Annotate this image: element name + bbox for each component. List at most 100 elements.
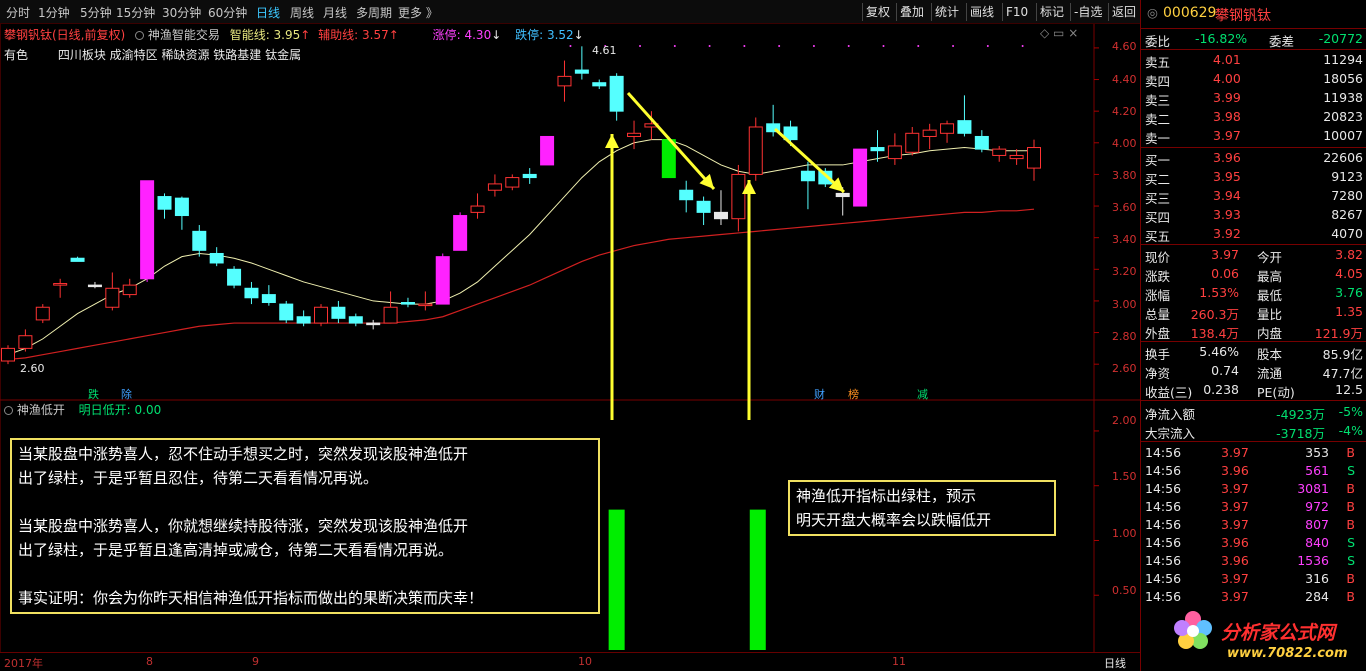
- quote-value: 138.4万: [1190, 326, 1239, 341]
- quote-value: 121.9万: [1314, 326, 1363, 341]
- candle-body: [800, 170, 815, 182]
- level-label: 卖五: [1145, 55, 1171, 70]
- candle-body: [314, 306, 329, 324]
- quote-value: 3.97: [1211, 247, 1239, 262]
- tick-row: 14:56 3.96 561 S: [1141, 462, 1366, 481]
- level-price: 3.96: [1213, 150, 1241, 165]
- tick-price: 3.97: [1221, 445, 1249, 460]
- limit-dot: [778, 45, 781, 47]
- chart-info-row: 攀钢钒钛(日线,前复权) 神渔智能交易 智能线: 3.95↑ 辅助线: 3.57…: [4, 28, 584, 42]
- tick-volume: 840: [1305, 535, 1329, 550]
- candle-body: [157, 196, 172, 210]
- mark-button[interactable]: 标记: [1036, 3, 1067, 21]
- dieting-value: 跌停: 3.52: [515, 28, 574, 42]
- quote-row: 现价 3.97 今开 3.82: [1141, 246, 1366, 265]
- stat-row: 净资 0.74 流通 47.7亿: [1141, 362, 1366, 381]
- candle-body: [279, 303, 294, 321]
- candle-body: [87, 284, 102, 288]
- candle-body: [174, 197, 189, 217]
- period-tab[interactable]: 周线: [290, 4, 314, 21]
- level-label: 买一: [1145, 153, 1171, 168]
- stat-value: 47.7亿: [1322, 366, 1363, 381]
- period-tab[interactable]: 30分钟: [162, 4, 201, 21]
- stats-button[interactable]: 统计: [931, 3, 962, 21]
- buy-level-row: 买二 3.95 9123: [1141, 168, 1366, 187]
- sub-indicator-toggle-icon[interactable]: [4, 406, 13, 415]
- limit-dot: [1021, 45, 1024, 47]
- period-tab[interactable]: 月线: [323, 4, 347, 21]
- date-tick: 11: [892, 655, 906, 668]
- stat-label: 股本: [1257, 347, 1283, 362]
- tick-side: S: [1347, 553, 1355, 568]
- period-tab[interactable]: 60分钟: [208, 4, 247, 21]
- sell-level-row: 卖五 4.01 11294: [1141, 51, 1366, 70]
- back-button[interactable]: 返回: [1108, 3, 1139, 21]
- note-text: 当某股盘中涨势喜人，忍不住动手想买之时，突然发现该股神渔低开: [18, 445, 469, 463]
- candle-body: [53, 283, 68, 286]
- tick-volume: 284: [1305, 589, 1329, 604]
- candle-body: [992, 148, 1007, 156]
- limit-dot: [917, 45, 920, 47]
- tick-volume: 3081: [1297, 481, 1329, 496]
- tick-volume: 561: [1305, 463, 1329, 478]
- flow-value: -3718万: [1276, 426, 1325, 441]
- period-indicator: 日线: [1104, 657, 1126, 670]
- stock-id-row: ◎ 000629 攀钢钒钛: [1141, 2, 1366, 24]
- candle-body: [905, 132, 920, 153]
- draw-button[interactable]: 画线: [966, 3, 997, 21]
- period-tab[interactable]: 15分钟: [116, 4, 155, 21]
- period-tab[interactable]: 5分钟: [80, 4, 112, 21]
- sub-tick: 1.50: [1112, 470, 1137, 483]
- diekai-green-bar: [608, 509, 625, 650]
- stat-value: 0.74: [1211, 363, 1239, 378]
- level-price: 3.93: [1213, 207, 1241, 222]
- fuquan-button[interactable]: 复权: [862, 3, 893, 21]
- period-tab-more[interactable]: 更多 》: [398, 4, 438, 21]
- candle-body: [418, 303, 433, 307]
- watermark-url: www.70822.com: [1227, 646, 1348, 661]
- tick-side: B: [1346, 445, 1355, 460]
- candle-body: [435, 256, 450, 305]
- stat-value: 5.46%: [1199, 344, 1239, 359]
- level-volume: 11294: [1323, 52, 1363, 67]
- candle-body: [609, 75, 624, 112]
- price-tick: 2.80: [1112, 330, 1137, 343]
- tick-volume: 972: [1305, 499, 1329, 514]
- candle-body: [348, 316, 363, 324]
- candle-body: [731, 173, 746, 220]
- level-price: 3.94: [1213, 188, 1241, 203]
- indicator-toggle-icon[interactable]: [135, 31, 145, 40]
- period-tab[interactable]: 多周期: [356, 4, 392, 21]
- tick-volume: 316: [1305, 571, 1329, 586]
- level-volume: 7280: [1331, 188, 1363, 203]
- date-tick: 2017年: [4, 657, 43, 670]
- date-tick: 8: [146, 655, 153, 668]
- candle-body: [192, 230, 207, 251]
- level-volume: 10007: [1323, 128, 1363, 143]
- level-price: 4.01: [1213, 52, 1241, 67]
- tick-side: B: [1346, 589, 1355, 604]
- stat-label: PE(动): [1257, 385, 1295, 400]
- level-price: 3.95: [1213, 169, 1241, 184]
- watchlist-button[interactable]: -自选: [1070, 3, 1105, 21]
- level-label: 卖二: [1145, 112, 1171, 127]
- period-tab[interactable]: 1分钟: [38, 4, 70, 21]
- candle-body: [366, 322, 381, 326]
- quote-row: 涨跌 0.06 最高 4.05: [1141, 265, 1366, 284]
- note-text: 神渔低开指标出绿柱，预示: [796, 487, 977, 505]
- level-label: 买五: [1145, 229, 1171, 244]
- overlay-button[interactable]: 叠加: [896, 3, 927, 21]
- weibi-row: 委比 -16.82% 委差 -20772: [1141, 30, 1366, 49]
- signal-arrow-up-head: [605, 134, 619, 148]
- period-tab[interactable]: 分时: [6, 4, 30, 21]
- stat-value: 85.9亿: [1322, 347, 1363, 362]
- f10-button[interactable]: F10: [1002, 3, 1031, 21]
- level-volume: 4070: [1331, 226, 1363, 241]
- chart-window-icons[interactable]: ◇ ▭ ×: [1040, 26, 1078, 40]
- tick-row: 14:56 3.96 1536 S: [1141, 552, 1366, 571]
- period-tab-daily[interactable]: 日线: [256, 4, 280, 21]
- quote-row: 总量 260.3万 量比 1.35: [1141, 303, 1366, 322]
- tick-time: 14:56: [1145, 553, 1182, 568]
- limit-dot: [708, 45, 711, 47]
- tick-time: 14:56: [1145, 589, 1182, 604]
